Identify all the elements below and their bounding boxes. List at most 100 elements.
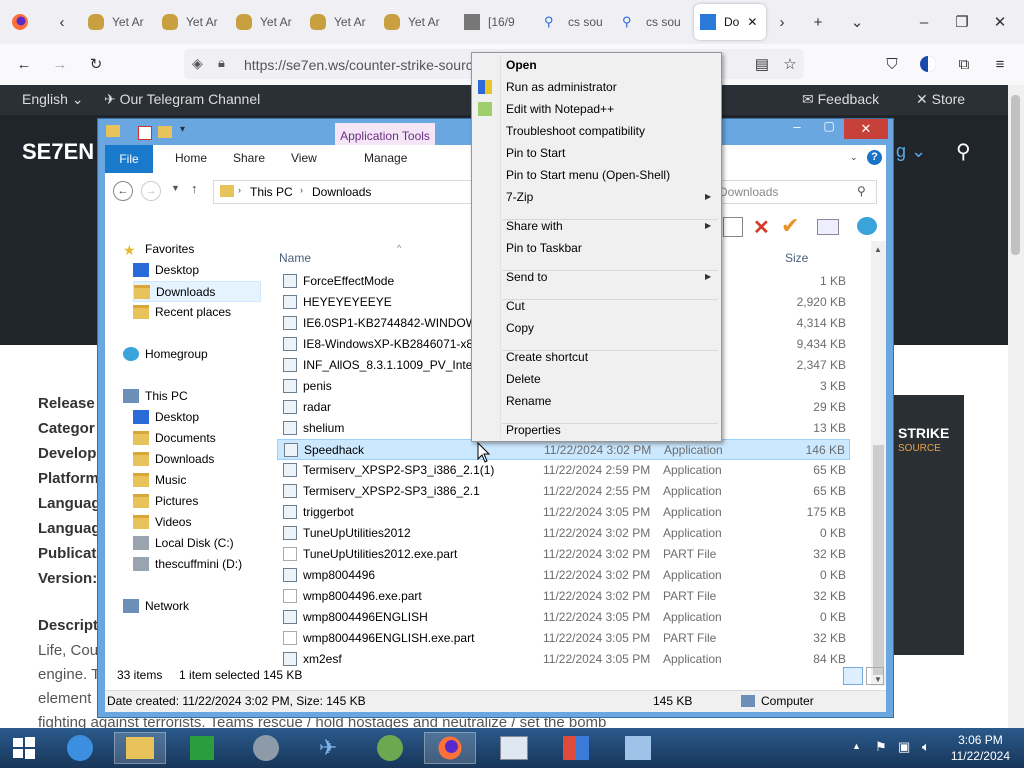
action-center-flag-icon[interactable]: ⚑	[875, 739, 887, 755]
explorer-forward-icon[interactable]: →	[141, 181, 161, 201]
reload-button[interactable]: ↻	[82, 50, 110, 78]
explorer-back-icon[interactable]: ←	[113, 181, 133, 201]
file-row[interactable]: wmp8004496 11/22/2024 3:02 PM Application 0…	[277, 565, 850, 586]
minimize-window-button[interactable]: –	[910, 8, 938, 36]
feedback-link[interactable]: ✉ Feedback	[802, 91, 879, 108]
browser-tab[interactable]: Yet Ar	[230, 4, 302, 40]
show-hidden-icons-icon[interactable]: ▲	[852, 741, 861, 751]
file-row[interactable]: Speedhack 11/22/2024 3:02 PM Application 14…	[277, 439, 850, 460]
site-nav-item[interactable]: g ⌄	[896, 141, 926, 162]
file-row[interactable]: wmp8004496ENGLISH 11/22/2024 3:05 PM Appli…	[277, 607, 850, 628]
ie-taskbar-icon[interactable]	[54, 732, 106, 764]
browser-tab[interactable]: Yet Ar	[304, 4, 376, 40]
page-scrollbar-thumb[interactable]	[1011, 95, 1020, 255]
browser-tab[interactable]: ⚲ cs sou	[538, 4, 614, 40]
browser-tab[interactable]: Yet Ar	[378, 4, 450, 40]
store-link[interactable]: ✕ Store	[916, 91, 965, 108]
new-tab-button[interactable]: +	[804, 8, 832, 36]
menu-item-rename[interactable]: Rename	[506, 394, 551, 408]
bird-taskbar-icon[interactable]: ✈	[302, 732, 354, 764]
paste-icon[interactable]	[723, 217, 743, 237]
menu-item-edit-with-notepad[interactable]: Edit with Notepad++	[506, 102, 614, 116]
volume-muted-icon[interactable]: 🔈︎	[922, 739, 930, 755]
expand-ribbon-icon[interactable]: ⌄	[850, 152, 858, 163]
explorer-taskbar-icon[interactable]	[114, 732, 166, 764]
system-clock[interactable]: 3:06 PM 11/22/2024	[951, 732, 1010, 764]
menu-item-create-shortcut[interactable]: Create shortcut	[506, 350, 588, 364]
breadcrumb-separator-icon[interactable]: ›	[300, 185, 303, 195]
tab-scroll-left-icon[interactable]: ‹	[48, 8, 76, 36]
menu-item-pin-to-start[interactable]: Pin to Start	[506, 146, 565, 160]
column-header-size[interactable]: Size	[785, 251, 808, 265]
menu-item-open[interactable]: Open	[506, 58, 537, 72]
control-panel-taskbar-icon[interactable]	[550, 732, 602, 764]
language-selector[interactable]: English ⌄	[22, 91, 84, 108]
tab-view[interactable]: View	[291, 151, 317, 165]
help-icon[interactable]: ?	[867, 150, 882, 165]
extensions-puzzle-icon[interactable]: ⧉	[950, 50, 978, 78]
tab-file[interactable]: File	[105, 145, 153, 173]
menu-item-share-with[interactable]: Share with	[506, 219, 563, 233]
nav-item-thescuffmini-d[interactable]: thescuffmini (D:)	[133, 554, 242, 573]
file-row[interactable]: wmp8004496ENGLISH.exe.part 11/22/2024 3:0…	[277, 628, 850, 649]
breadcrumb-separator-icon[interactable]: ›	[238, 185, 241, 195]
start-button[interactable]	[0, 732, 48, 764]
file-list-scrollbar-thumb[interactable]	[873, 445, 884, 675]
tab-home[interactable]: Home	[175, 151, 207, 165]
new-folder-quick-icon[interactable]	[158, 126, 172, 138]
file-row[interactable]: wmp8004496.exe.part 11/22/2024 3:02 PM PAR…	[277, 586, 850, 607]
properties-globe-icon[interactable]	[857, 217, 877, 235]
file-row[interactable]: triggerbot 11/22/2024 3:05 PM Application 1…	[277, 502, 850, 523]
firefox-taskbar-icon[interactable]	[424, 732, 476, 764]
menu-item-delete[interactable]: Delete	[506, 372, 541, 386]
nav-item-homegroup[interactable]: Homegroup	[123, 344, 208, 363]
lock-icon[interactable]: 🔒︎	[218, 55, 225, 71]
search-icon[interactable]: ⚲	[857, 184, 866, 198]
quick-access-dropdown-icon[interactable]: ▾	[180, 124, 185, 135]
pocket-icon[interactable]: ⛉	[878, 50, 906, 78]
file-row[interactable]: xm2esf 11/22/2024 3:05 PM Application 84 KB	[277, 649, 850, 670]
scroll-up-icon[interactable]: ▲	[874, 245, 882, 254]
restore-window-button[interactable]: ❐	[948, 8, 976, 36]
reader-view-icon[interactable]: ▤	[748, 50, 776, 78]
menu-item-properties[interactable]: Properties	[506, 423, 561, 437]
rename-icon[interactable]	[817, 219, 839, 235]
nav-item-recent-places[interactable]: Recent places	[133, 302, 231, 321]
bookmark-star-icon[interactable]: ☆	[776, 50, 804, 78]
menu-item-run-as-administrator[interactable]: Run as administrator	[506, 80, 617, 94]
firefox-menu-icon[interactable]	[6, 8, 34, 36]
properties-quick-icon[interactable]	[138, 126, 152, 140]
menu-item-copy[interactable]: Copy	[506, 321, 534, 335]
site-search-icon[interactable]: ⚲	[956, 139, 971, 164]
menu-item-pin-to-taskbar[interactable]: Pin to Taskbar	[506, 241, 582, 255]
browser-tab[interactable]: [16/9	[458, 4, 536, 40]
close-tab-icon[interactable]: ✕	[747, 15, 757, 29]
explorer-maximize-button[interactable]: ▢	[816, 119, 842, 139]
url-text[interactable]: https://se7en.ws/counter-strike-source	[244, 57, 481, 73]
menu-item-send-to[interactable]: Send to	[506, 270, 547, 284]
app-menu-icon[interactable]: ≡	[986, 50, 1014, 78]
tab-share[interactable]: Share	[233, 151, 265, 165]
tracking-protection-icon[interactable]: ◈	[192, 55, 203, 72]
close-window-button[interactable]: ✕	[986, 8, 1014, 36]
nav-item-network[interactable]: Network	[123, 596, 189, 615]
browser-tab[interactable]: ⚲ cs sou	[616, 4, 692, 40]
large-icons-view-icon[interactable]	[866, 667, 884, 685]
menu-item-troubleshoot-compatibility[interactable]: Troubleshoot compatibility	[506, 124, 645, 138]
nav-item-desktop[interactable]: Desktop	[133, 260, 199, 279]
nav-item-documents[interactable]: Documents	[133, 428, 216, 447]
nav-item-local-disk-c[interactable]: Local Disk (C:)	[133, 533, 234, 552]
nav-item-this-pc[interactable]: This PC	[123, 386, 188, 405]
explorer-address-bar[interactable]: › This PC › Downloads	[213, 180, 485, 204]
list-all-tabs-icon[interactable]: ⌄	[843, 8, 871, 36]
forward-button[interactable]: →	[46, 50, 74, 78]
explorer-close-button[interactable]: ✕	[844, 119, 888, 139]
network-status-icon[interactable]: ▣	[898, 739, 910, 755]
nav-item-favorites[interactable]: ★ Favorites	[123, 239, 194, 258]
breadcrumb-downloads[interactable]: Downloads	[312, 185, 371, 199]
file-row[interactable]: Termiserv_XPSP2-SP3_i386_2.1(1) 11/22/202…	[277, 460, 850, 481]
tab-manage[interactable]: Manage	[364, 151, 407, 165]
file-row[interactable]: Termiserv_XPSP2-SP3_i386_2.1 11/22/2024 2…	[277, 481, 850, 502]
file-row[interactable]: TuneUpUtilities2012 11/22/2024 3:02 PM App…	[277, 523, 850, 544]
browser-tab[interactable]: Do ✕	[694, 4, 766, 40]
